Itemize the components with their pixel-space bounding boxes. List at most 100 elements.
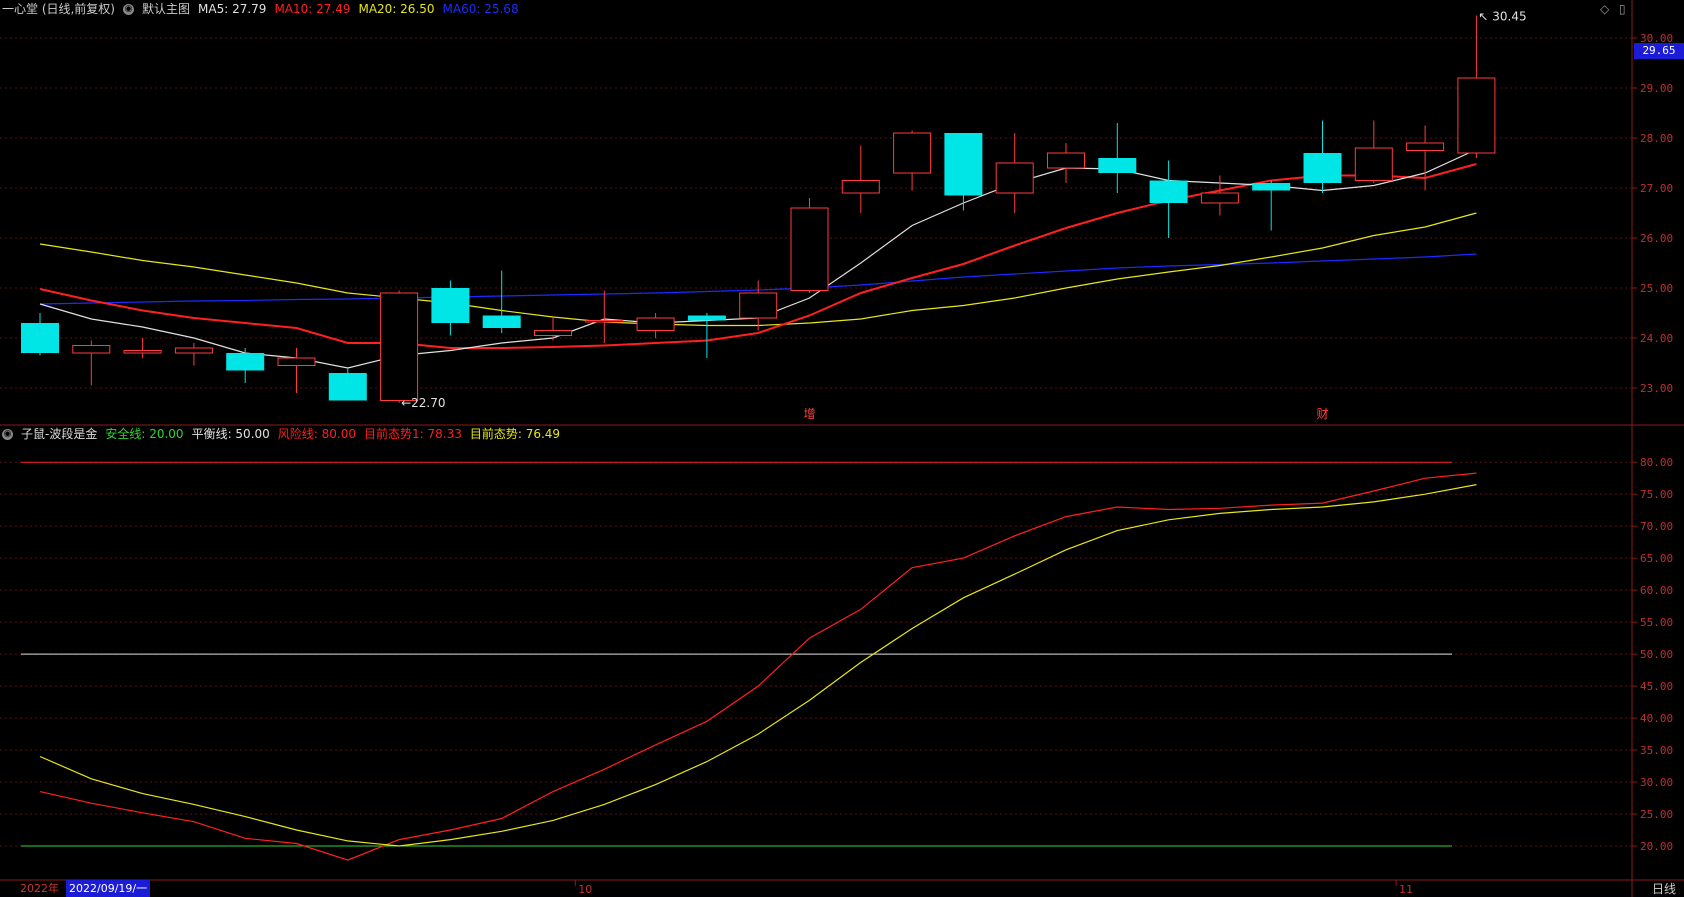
candle-body-up [1457, 77, 1496, 154]
candle [1200, 175, 1239, 216]
candle-body-down [482, 315, 521, 328]
diamond-icon[interactable]: ◇ [1600, 2, 1609, 16]
candle-body-up [174, 347, 213, 354]
candle [328, 368, 367, 401]
main-y-tick-label: 26.00 [1640, 232, 1673, 245]
indicator-y-tick-label: 65.00 [1640, 552, 1673, 565]
candle-body-up [1354, 147, 1393, 181]
current-price-tag: 29.65 [1634, 43, 1684, 59]
candle [534, 318, 572, 341]
indicator-y-tick-label: 40.00 [1640, 712, 1673, 725]
indicator-label-3: 目前态势1: 78.33 [364, 427, 462, 441]
main-chart-header: 一心堂 (日线,前复权) ◉ 默认主图 MA5: 27.79 MA10: 27.4… [2, 0, 527, 18]
indicator-label-1: 平衡线: 50.00 [191, 427, 270, 441]
candle-body-up [893, 132, 932, 174]
candle [841, 145, 880, 213]
indicator-y-tick-label: 75.00 [1640, 488, 1673, 501]
candle-body-down [21, 323, 59, 353]
candle-body-up [72, 345, 111, 354]
candle-body-up [380, 292, 419, 401]
candle-body-down [328, 373, 367, 401]
event-marker: 增 [804, 407, 816, 421]
ma-label-2: MA20: 26.50 [358, 2, 435, 16]
candle-body-up [1200, 192, 1239, 204]
candle [1457, 15, 1496, 158]
period-selector[interactable]: 日线 [1652, 880, 1676, 897]
candle-body-up [995, 162, 1034, 194]
indicator-y-tick-label: 25.00 [1640, 808, 1673, 821]
candle-body-up [585, 320, 624, 323]
candle [277, 348, 316, 393]
candle-body-up [790, 207, 829, 291]
stock-name[interactable]: 一心堂 (日线,前复权) [2, 0, 115, 18]
indicator-y-tick-label: 70.00 [1640, 520, 1673, 533]
indicator-y-tick-label: 50.00 [1640, 648, 1673, 661]
candle [123, 338, 162, 358]
candle [790, 198, 829, 293]
indicator-label-4: 目前态势: 76.49 [469, 427, 561, 441]
candle-body-up [636, 317, 675, 331]
candle-body-down [1252, 183, 1291, 191]
indicator-y-tick-label: 20.00 [1640, 840, 1673, 853]
candle [174, 343, 213, 366]
main-y-tick-label: 24.00 [1640, 332, 1673, 345]
event-marker: 财 [1317, 407, 1329, 421]
candle [687, 313, 726, 358]
candle [995, 133, 1034, 213]
candle-body-down [226, 353, 265, 371]
price-annotation: ↖ 30.45 [1478, 10, 1526, 24]
stock-chart[interactable]: 23.00 24.00 25.00 26.00 27.00 28.00 29.00 30.00… [0, 0, 1684, 897]
ma-label-3: MA60: 25.68 [442, 2, 519, 16]
indicator-settings-icon[interactable]: ◉ [2, 428, 13, 440]
candle-body-down [431, 288, 470, 323]
indicator-y-tick-label: 60.00 [1640, 584, 1673, 597]
main-chart-label[interactable]: 默认主图 [142, 0, 190, 18]
candle [636, 313, 675, 338]
candle [72, 340, 111, 386]
year-label: 2022年 [20, 882, 59, 895]
main-y-tick-label: 29.00 [1640, 82, 1673, 95]
candle [1303, 120, 1342, 193]
candle-body-up [534, 330, 572, 336]
candle [431, 280, 470, 336]
price-annotation: ←22.70 [401, 396, 445, 410]
indicator-legend: 安全线: 20.00 平衡线: 50.00 风险线: 80.00 目前态势1: 78.… [105, 425, 568, 443]
candle-body-down [944, 133, 983, 196]
indicator-y-tick-label: 35.00 [1640, 744, 1673, 757]
candle [944, 133, 983, 211]
indicator-line [39, 472, 1477, 861]
candle [226, 348, 265, 383]
indicator-y-tick-label: 45.00 [1640, 680, 1673, 693]
x-tick-label: 10 [578, 883, 592, 896]
main-y-tick-label: 23.00 [1640, 382, 1673, 395]
x-tick-label: 11 [1399, 883, 1413, 896]
candle [1406, 125, 1445, 191]
candle-body-up [841, 180, 880, 194]
ma-label-1: MA10: 27.49 [274, 2, 351, 16]
candle-body-up [739, 292, 778, 319]
main-y-tick-label: 25.00 [1640, 282, 1673, 295]
indicator-y-tick-label: 80.00 [1640, 456, 1673, 469]
candle-body-up [1406, 142, 1445, 151]
ma-legend: MA5: 27.79 MA10: 27.49 MA20: 26.50 MA60: 25… [198, 0, 527, 18]
indicator-y-tick-label: 55.00 [1640, 616, 1673, 629]
candle [380, 290, 419, 403]
ma-label-0: MA5: 27.79 [198, 2, 267, 16]
panel-toggle-icon[interactable]: ▯ [1619, 2, 1626, 16]
candle [21, 313, 59, 356]
chart-settings-icon[interactable]: ◉ [123, 3, 134, 15]
indicator-label-0: 安全线: 20.00 [105, 427, 184, 441]
candle [1354, 120, 1393, 183]
candle [482, 270, 521, 333]
candle [1098, 123, 1137, 193]
candle [893, 130, 932, 191]
main-y-tick-label: 27.00 [1640, 182, 1673, 195]
indicator-label-2: 风险线: 80.00 [277, 427, 356, 441]
candle [585, 290, 624, 343]
candle [1047, 143, 1085, 183]
candle-body-down [1149, 180, 1188, 203]
candle [1149, 160, 1188, 238]
candle [1252, 180, 1291, 231]
main-y-tick-label: 28.00 [1640, 132, 1673, 145]
indicator-name[interactable]: 子鼠-波段是金 [21, 425, 97, 443]
